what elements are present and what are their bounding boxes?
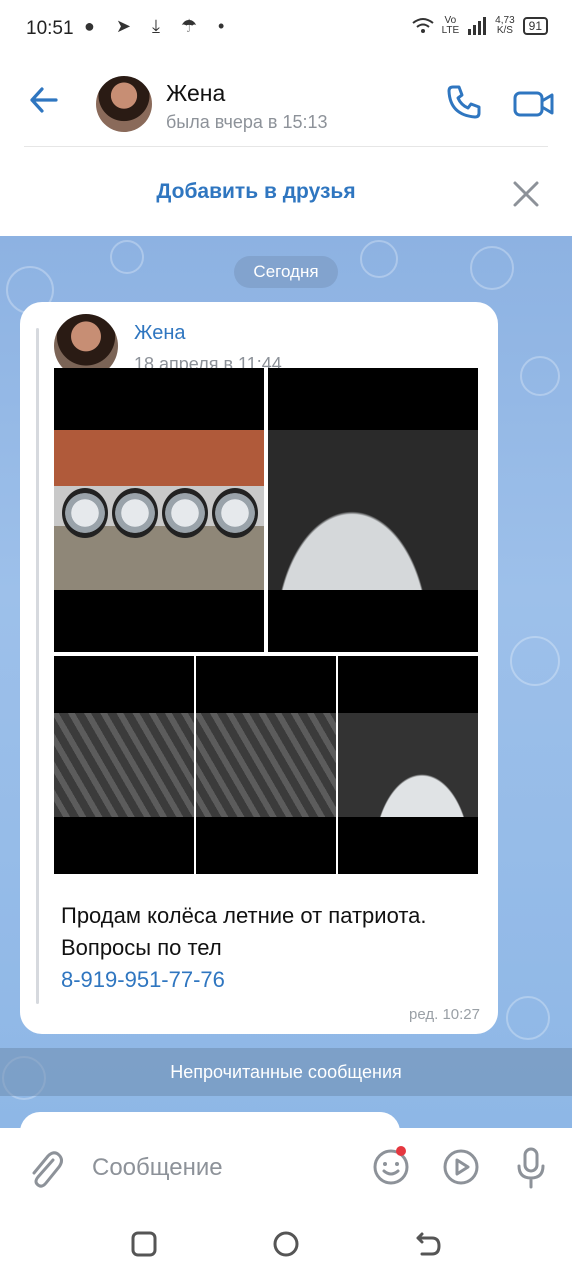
forward-quote-bar [36,328,39,1004]
bg-doodle [510,636,560,686]
contact-avatar[interactable] [96,76,152,132]
paperclip-icon[interactable] [26,1146,64,1190]
close-icon[interactable] [510,178,542,210]
photo-image [54,430,264,590]
phone-link[interactable]: 8-919-951-77-76 [61,964,481,996]
back-arrow-icon[interactable] [26,80,66,120]
wifi-icon [411,18,434,33]
photo-thumbnail[interactable] [54,368,264,652]
wheel-shape [112,488,158,538]
photo-thumbnail[interactable] [54,656,194,874]
wheel-shape [162,488,208,538]
bg-doodle [520,356,560,396]
status-right: Vo LTE 4,73 K/S 91 [411,16,548,36]
battery-indicator: 91 [522,17,548,35]
date-separator: Сегодня [234,256,338,288]
photo-image [196,713,336,817]
bg-doodle [506,996,550,1040]
photo-thumbnail[interactable] [338,656,478,874]
message-text: Продам колёса летние от патриота. Вопрос… [61,900,481,996]
photo-image [338,713,478,817]
last-seen-status: была вчера в 15:13 [166,112,328,132]
signal-icon [468,17,487,35]
unread-messages-divider: Непрочитанные сообщения [0,1048,572,1096]
back-nav-icon[interactable] [412,1228,444,1260]
message-input[interactable] [92,1150,352,1186]
bg-doodle [110,240,144,274]
network-type: Vo LTE [442,16,460,36]
status-time: 10:51 [26,18,74,39]
message-body: Продам колёса летние от патриота. Вопрос… [61,903,427,960]
photo-image [54,713,194,817]
phone-icon[interactable] [444,82,484,122]
add-friend-banner: Добавить в друзья [0,148,572,236]
photo-thumbnail[interactable] [196,656,336,874]
forwarded-author[interactable]: Жена [134,322,186,345]
notification-icons: ● ➤ ⤓ ☂ • [84,16,233,36]
wheel-shape [212,488,258,538]
edited-timestamp: ред. 10:27 [409,1006,480,1023]
net-bottom: LTE [441,25,460,36]
chat-background: Сегодня Жена 18 апреля в 11:44 Продам ко… [0,236,572,1128]
microphone-icon[interactable] [516,1146,546,1190]
photo-image [268,430,478,590]
contact-name[interactable]: Жена [166,80,225,107]
video-camera-icon[interactable] [512,84,556,124]
bg-doodle [360,240,398,278]
speed-bottom: K/S [496,25,513,36]
system-nav-bar [0,1208,572,1280]
notification-dot [396,1146,406,1156]
chat-header: Жена была вчера в 15:13 [0,58,572,148]
play-circle-icon[interactable] [442,1148,480,1186]
home-icon[interactable] [270,1228,302,1260]
next-message-bubble[interactable] [20,1112,400,1128]
message-composer [0,1128,572,1208]
add-friend-button[interactable]: Добавить в друзья [0,180,512,204]
header-divider [24,146,548,147]
wheel-shape [62,488,108,538]
net-speed: 4,73 K/S [495,16,514,36]
status-bar: 10:51 ● ➤ ⤓ ☂ • Vo LTE 4,73 K/S 91 [0,0,572,58]
message-bubble[interactable]: Жена 18 апреля в 11:44 Продам колёса лет… [20,302,498,1034]
bg-doodle [470,246,514,290]
recent-apps-icon[interactable] [128,1228,160,1260]
photo-thumbnail[interactable] [268,368,478,652]
